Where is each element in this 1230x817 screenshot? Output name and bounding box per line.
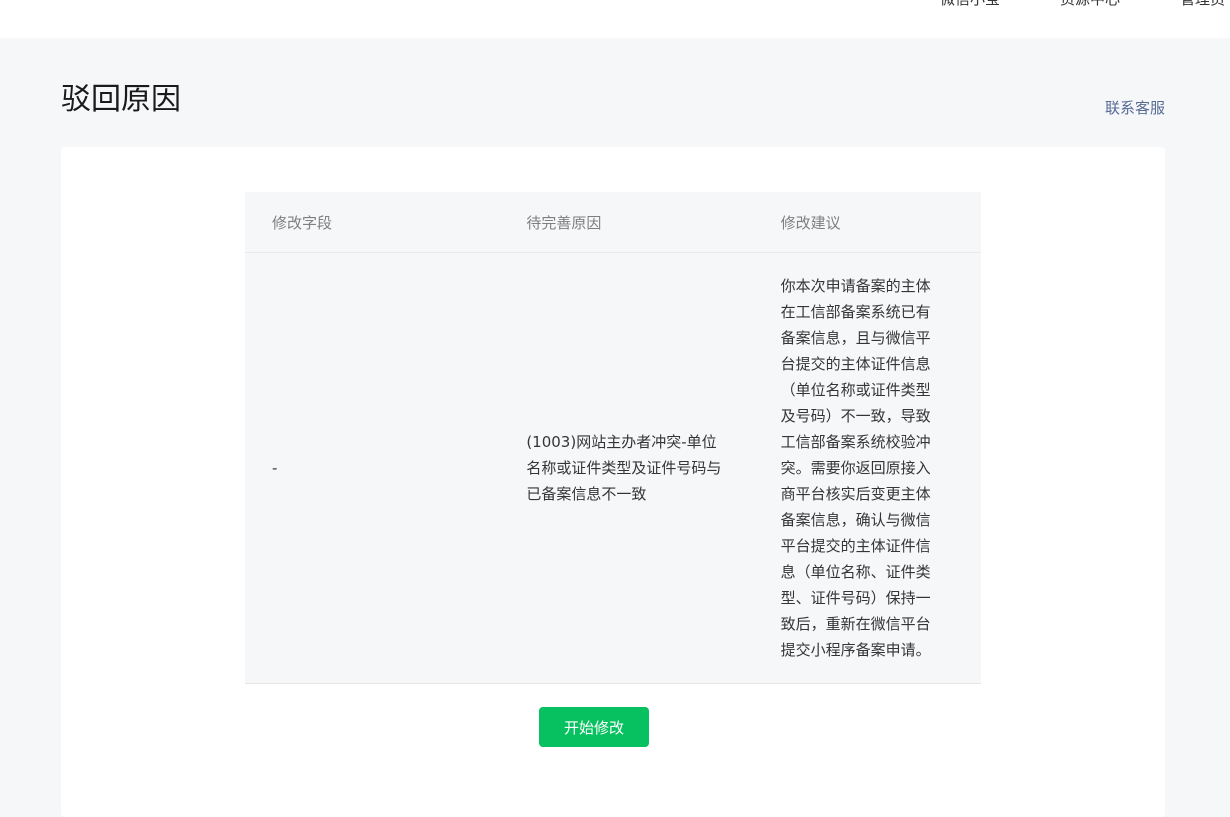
column-header-reason: 待完善原因 bbox=[499, 192, 754, 253]
top-nav-item-2[interactable]: 资源中心 bbox=[1060, 0, 1120, 9]
table-header-row: 修改字段 待完善原因 修改建议 bbox=[245, 192, 981, 253]
start-modify-button[interactable]: 开始修改 bbox=[539, 707, 649, 747]
rejection-card: 修改字段 待完善原因 修改建议 - (1003)网站主办者冲突-单位名称或证件类… bbox=[61, 147, 1165, 817]
cell-field: - bbox=[245, 252, 500, 684]
column-header-field: 修改字段 bbox=[245, 192, 500, 253]
column-header-suggestion: 修改建议 bbox=[753, 192, 981, 253]
top-nav-item-3[interactable]: 管理员 bbox=[1180, 0, 1225, 9]
page-title: 驳回原因 bbox=[61, 82, 181, 117]
rejection-table: 修改字段 待完善原因 修改建议 - (1003)网站主办者冲突-单位名称或证件类… bbox=[245, 192, 981, 684]
contact-support-link[interactable]: 联系客服 bbox=[1105, 97, 1165, 119]
cell-suggestion: 你本次申请备案的主体在工信部备案系统已有备案信息，且与微信平台提交的主体证件信息… bbox=[753, 252, 981, 684]
cell-reason: (1003)网站主办者冲突-单位名称或证件类型及证件号码与已备案信息不一致 bbox=[499, 252, 754, 684]
top-nav-bar: 微信小宝 资源中心 管理员 bbox=[0, 0, 1230, 38]
table-row: - (1003)网站主办者冲突-单位名称或证件类型及证件号码与已备案信息不一致 … bbox=[245, 252, 981, 684]
top-nav-item-1[interactable]: 微信小宝 bbox=[940, 0, 1000, 9]
